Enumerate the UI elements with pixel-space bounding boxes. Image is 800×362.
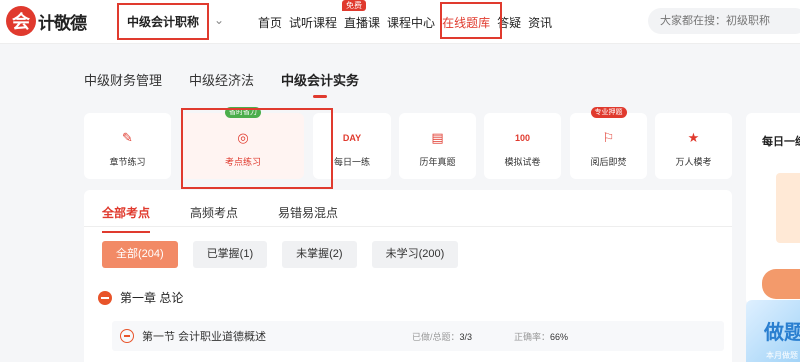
progress-value: 3/3 — [459, 331, 473, 342]
tool-highlight-box — [181, 108, 333, 189]
book-icon: ▤ — [431, 129, 444, 145]
filter-all[interactable]: 全部(204) — [102, 241, 178, 268]
tab-accounting-practice[interactable]: 中级会计实务 — [281, 70, 359, 89]
section-progress: 已做/总题：3/3 — [412, 330, 472, 343]
chevron-down-icon[interactable]: ⌄ — [214, 13, 224, 27]
chapter-row[interactable]: 第一章 总论 — [98, 289, 183, 306]
nav-highlight-box — [440, 2, 502, 39]
search-input[interactable] — [648, 8, 800, 34]
logo-text: 计敬德 — [38, 13, 87, 34]
keypoint-tabs: 全部考点 高频考点 易错易混点 — [102, 204, 378, 233]
subject-tabs: 中级财务管理 中级经济法 中级会计实务 — [84, 70, 386, 89]
tool-burn-after-reading[interactable]: 专业押题 ⚐ 阅后即焚 — [570, 107, 647, 179]
collapse-icon[interactable] — [120, 329, 134, 343]
chapter-title: 第一章 总论 — [120, 291, 184, 305]
tab-financial-management[interactable]: 中级财务管理 — [84, 70, 162, 89]
score-icon: 100 — [514, 132, 531, 143]
tab-economic-law[interactable]: 中级经济法 — [189, 70, 254, 89]
section-title: 第一节 会计职业道德概述 — [142, 331, 267, 343]
tab-frequent-keypoints[interactable]: 高频考点 — [190, 204, 238, 221]
promo-title: 做题 — [764, 322, 800, 344]
nav-course-center[interactable]: 课程中心 — [387, 14, 435, 31]
tool-mock-paper[interactable]: 100 模拟试卷 — [484, 113, 561, 179]
nav-trial-courses[interactable]: 试听课程 — [289, 14, 337, 31]
tool-label: 阅后即焚 — [590, 156, 627, 167]
divider — [84, 226, 732, 227]
filter-not-mastered[interactable]: 未掌握(2) — [282, 241, 357, 268]
logo-mark: 会 — [6, 6, 36, 36]
section-accuracy: 正确率：66% — [514, 330, 568, 343]
collapse-icon[interactable] — [98, 290, 112, 305]
tool-mass-mock-exam[interactable]: ★ 万人模考 — [655, 113, 732, 179]
progress-label: 已做/总题： — [412, 331, 460, 342]
site-logo[interactable]: 会 计敬德 — [6, 5, 98, 37]
accuracy-value: 66% — [550, 331, 569, 342]
filter-mastered[interactable]: 已掌握(1) — [192, 241, 268, 268]
free-badge: 免费 — [342, 0, 366, 11]
daily-practice-card[interactable]: 每日一练 — [746, 113, 800, 305]
status-filters: 全部(204) 已掌握(1) 未掌握(2) 未学习(200) — [102, 241, 473, 268]
tool-label: 章节练习 — [109, 156, 146, 167]
pencil-icon: ✎ — [122, 129, 133, 145]
trophy-icon: ★ — [687, 129, 700, 145]
filter-not-studied[interactable]: 未学习(200) — [371, 241, 459, 268]
nav-home[interactable]: 首页 — [258, 14, 282, 31]
promo-subtitle: 本月做题 — [766, 351, 798, 360]
accuracy-label: 正确率： — [514, 331, 551, 342]
side-card-button[interactable] — [762, 269, 800, 299]
section-row[interactable]: 第一节 会计职业道德概述 已做/总题：3/3 正确率：66% — [112, 321, 724, 351]
side-card-illustration — [776, 173, 800, 243]
tab-error-prone-keypoints[interactable]: 易错易混点 — [278, 204, 338, 221]
tool-badge: 专业押题 — [590, 107, 627, 118]
fire-icon: ⚐ — [602, 129, 615, 145]
side-card-title: 每日一练 — [762, 136, 800, 148]
tab-all-keypoints[interactable]: 全部考点 — [102, 204, 151, 233]
keypoint-panel: 全部考点 高频考点 易错易混点 全部(204) 已掌握(1) 未掌握(2) 未学… — [84, 190, 732, 362]
main-nav: 首页 试听课程 直播课 课程中心 在线题库 答疑 资讯 — [258, 0, 559, 44]
top-navbar: 会 计敬德 中级会计职称 ⌄ 首页 试听课程 直播课 课程中心 在线题库 答疑 … — [0, 0, 800, 44]
tool-label: 历年真题 — [419, 156, 456, 167]
calendar-icon: DAY — [342, 132, 362, 143]
exam-select-label: 中级会计职称 — [126, 15, 199, 29]
nav-live[interactable]: 直播课 — [344, 14, 380, 31]
tool-past-exams[interactable]: ▤ 历年真题 — [399, 113, 476, 179]
tool-label: 每日一练 — [333, 156, 370, 167]
exam-select[interactable]: 中级会计职称 — [117, 3, 209, 40]
tool-chapter-practice[interactable]: ✎ 章节练习 — [84, 113, 171, 179]
tool-label: 模拟试卷 — [504, 156, 541, 167]
promo-card[interactable]: 做题 本月做题 — [746, 300, 800, 362]
nav-news[interactable]: 资讯 — [528, 14, 552, 31]
tool-label: 万人模考 — [675, 156, 712, 167]
